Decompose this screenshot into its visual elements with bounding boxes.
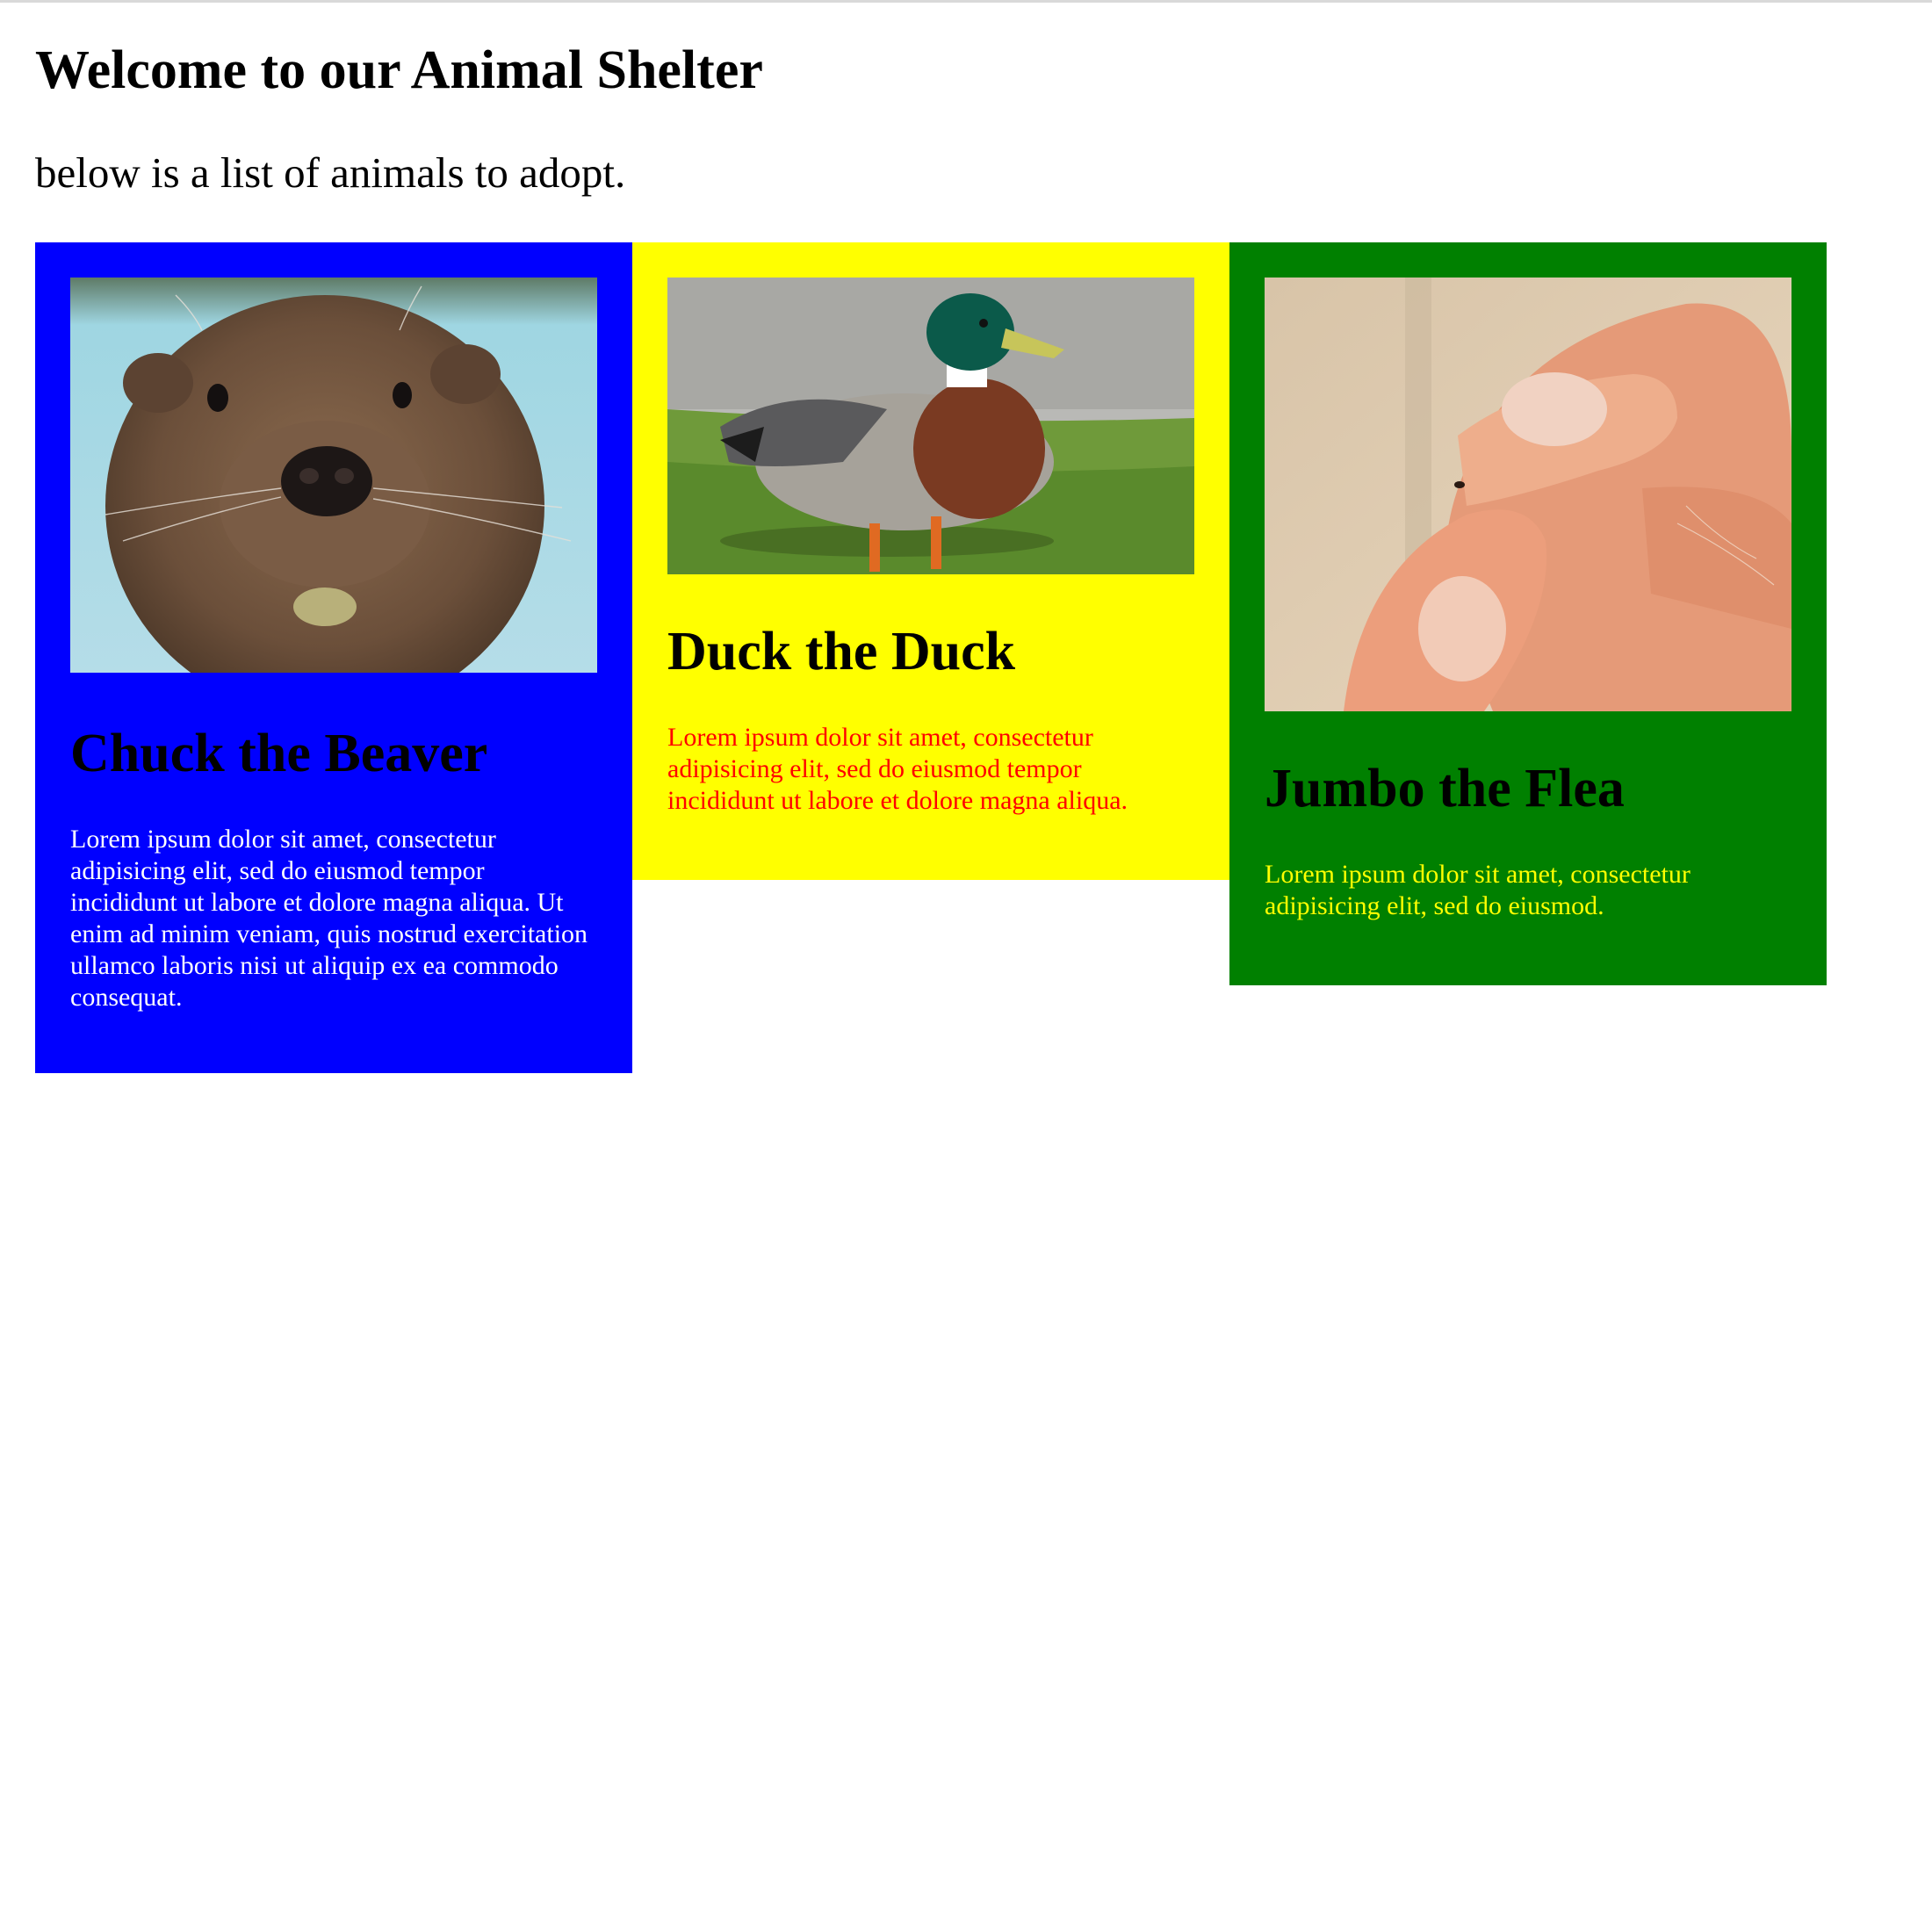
animal-card-beaver: Chuck the Beaver Lorem ipsum dolor sit a… bbox=[35, 242, 632, 1073]
intro-text: below is a list of animals to adopt. bbox=[35, 148, 626, 197]
beaver-photo bbox=[70, 278, 597, 673]
top-divider bbox=[0, 0, 1932, 3]
animal-description: Lorem ipsum dolor sit amet, consectetur … bbox=[70, 825, 588, 1012]
animal-name: Duck the Duck bbox=[667, 622, 1016, 681]
flea-photo bbox=[1265, 278, 1791, 711]
page-title: Welcome to our Animal Shelter bbox=[35, 40, 763, 100]
animal-name: Chuck the Beaver bbox=[70, 724, 488, 783]
duck-photo bbox=[667, 278, 1194, 574]
animal-description: Lorem ipsum dolor sit amet, consectetur … bbox=[667, 723, 1128, 815]
animal-description: Lorem ipsum dolor sit amet, consectetur … bbox=[1265, 860, 1690, 920]
animal-card-flea: Jumbo the Flea Lorem ipsum dolor sit ame… bbox=[1229, 242, 1827, 985]
animal-name: Jumbo the Flea bbox=[1265, 759, 1625, 818]
animal-card-duck: Duck the Duck Lorem ipsum dolor sit amet… bbox=[632, 242, 1229, 880]
